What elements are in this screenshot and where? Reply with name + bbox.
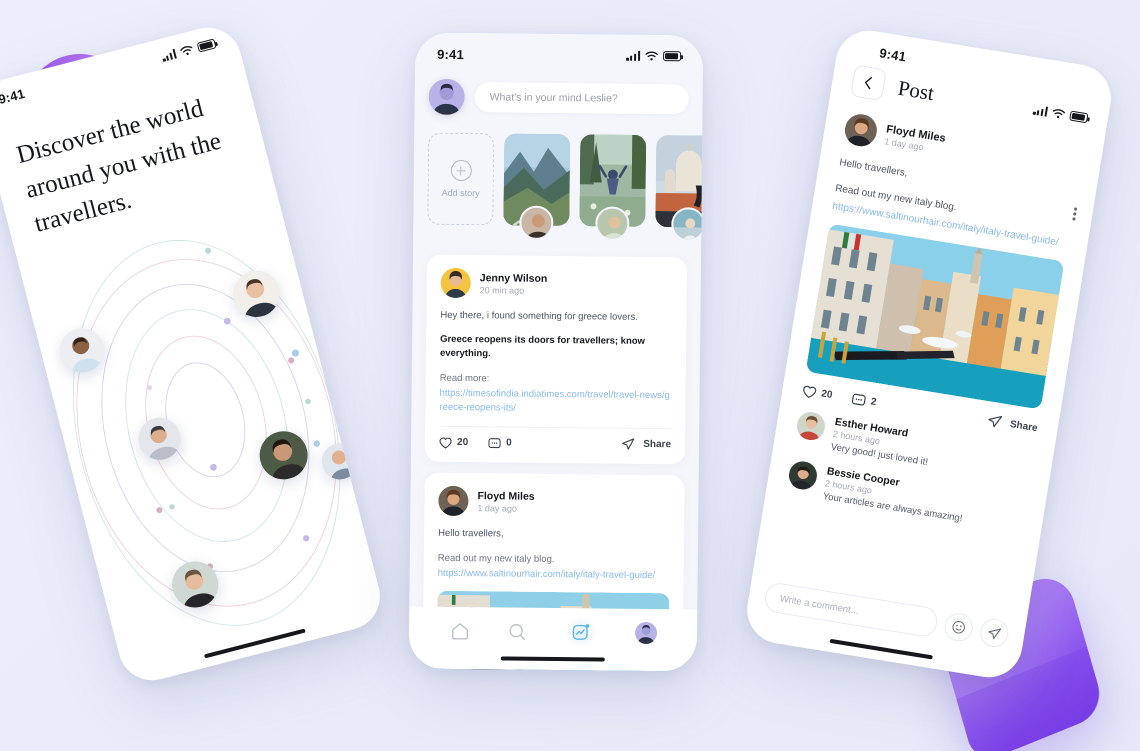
avatar[interactable] [440,267,471,299]
comment-count: 0 [506,437,512,449]
plus-circle-icon [450,159,472,182]
stories-row[interactable]: Add story [413,115,704,242]
avatar[interactable] [438,486,469,517]
story-card[interactable] [655,135,704,242]
author-name: Jenny Wilson [479,271,548,285]
status-icons [1032,105,1089,124]
status-icons [626,50,682,62]
comment-input[interactable]: Write a comment... [762,581,940,639]
post-author: Floyd Miles 1 day ago [477,490,534,514]
orbit-graphic [20,202,385,676]
page-title: Post [896,75,936,105]
story-card[interactable] [579,134,647,241]
avatar[interactable] [794,409,828,443]
search-icon [509,624,525,641]
heart-icon [439,437,452,449]
post-author: Jenny Wilson 20 min ago [480,272,548,296]
bottom-navigation[interactable] [408,606,698,672]
post-header: Jenny Wilson 20 min ago [440,267,673,300]
divider [439,426,672,430]
status-bar: 9:41 [415,32,704,66]
feed-list: Jenny Wilson 20 min ago Hey there, i fou… [409,224,702,672]
emoji-button[interactable] [942,611,975,644]
back-button[interactable] [850,64,887,102]
share-label: Share [643,439,672,451]
share-button[interactable]: Share [621,438,671,452]
search-input[interactable]: What's in your mind Leslie? [474,82,689,115]
smiley-icon [952,621,965,634]
activity-icon [572,624,589,640]
comment-body: Esther Howard 2 hours ago Very good! jus… [830,416,933,468]
signal-bars-icon [161,48,177,62]
status-time: 9:41 [878,44,908,64]
comment-icon [852,393,866,406]
author-name: Floyd Miles [477,490,535,503]
battery-icon [1069,110,1089,124]
share-label: Share [1009,418,1039,434]
phone-hero-screen: 9:41 Discover the world around you with … [0,20,388,688]
comment-icon [488,438,501,448]
post-card[interactable]: Jenny Wilson 20 min ago Hey there, i fou… [424,254,687,465]
kebab-menu-icon[interactable] [1072,207,1078,221]
post-composer[interactable]: What's in your mind Leslie? [414,63,703,118]
comment-count: 2 [869,395,878,408]
home-indicator [829,638,933,660]
add-story-button[interactable]: Add story [427,132,495,226]
post-link[interactable]: https://www.saltinourhair.com/italy/ital… [438,567,670,584]
signal-bars-icon [1032,105,1049,117]
post-link[interactable]: https://timesofindia.indiatimes.com/trav… [439,387,671,418]
wifi-icon [645,51,658,61]
tab-profile[interactable] [634,621,657,645]
post-header: Floyd Miles 1 day ago [438,486,670,518]
heart-icon [803,385,817,398]
tab-home[interactable] [449,621,469,641]
send-button[interactable] [978,616,1011,650]
post-timestamp: 20 min ago [479,284,525,296]
wifi-icon [1052,109,1066,119]
send-icon [988,628,1002,639]
add-story-label: Add story [441,187,480,199]
share-button[interactable]: Share [986,413,1038,435]
like-count: 20 [820,387,834,401]
chevron-left-icon [864,77,873,90]
avatar[interactable] [595,206,630,241]
avatar[interactable] [786,459,820,492]
status-time: 9:41 [437,46,465,62]
post-detail-body: Floyd Miles 1 day ago Hello travellers, … [766,93,1105,537]
comment-composer[interactable]: Write a comment... [747,579,1026,653]
profile-avatar-icon [634,621,657,645]
avatar[interactable] [671,207,704,242]
phone-feed-screen: 9:41 What's in your mind Leslie? Add sto… [408,32,704,672]
wifi-icon [180,46,193,56]
signal-bars-icon [626,50,641,61]
post-text: Hey there, i found something for greece … [440,309,638,323]
battery-icon [663,51,682,62]
post-timestamp: 1 day ago [477,503,517,514]
send-icon [622,438,635,451]
like-button[interactable]: 20 [439,437,468,449]
like-button[interactable]: 20 [802,384,834,402]
avatar[interactable] [428,78,465,116]
comment-button[interactable]: 2 [851,392,877,409]
post-actions: 20 0 Share [439,436,671,451]
like-count: 20 [456,437,469,449]
story-card[interactable] [503,133,571,240]
home-icon [451,623,468,640]
status-time: 9:41 [0,85,27,107]
comment-button[interactable]: 0 [488,437,512,449]
battery-icon [196,38,217,53]
post-text: Hello travellers, [438,528,504,540]
post-headline: Greece reopens its doors for travellers;… [439,333,646,360]
send-icon [988,416,1003,428]
tab-search[interactable] [506,621,526,641]
tab-activity[interactable] [563,615,598,650]
comment-body: Bessie Cooper 2 hours ago Your articles … [822,465,967,524]
avatar[interactable] [519,205,554,240]
avatar[interactable] [842,111,880,149]
post-author: Floyd Miles 1 day ago [884,123,947,155]
venice-grand-canal-photo[interactable] [805,223,1065,410]
